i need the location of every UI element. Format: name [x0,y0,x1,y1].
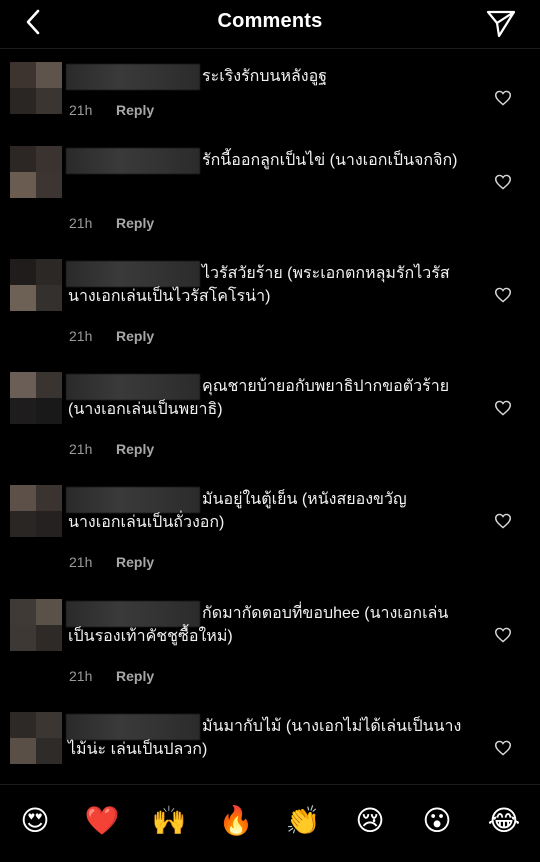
fire-emoji-button[interactable]: 🔥 [218,803,254,839]
avatar[interactable] [10,372,62,424]
like-button[interactable] [492,738,514,758]
like-button[interactable] [492,88,514,108]
heart-icon [494,740,512,756]
comment-text: มันมากับไม้ (นางเอกไม่ได้เล่นเป็นนางไม้น… [68,718,462,758]
comment-meta: 21h Reply [69,441,154,457]
comment-text: คุณชายบ้ายอกับพยาธิปากขอตัวร้าย (นางเอกเ… [68,378,450,418]
like-button[interactable] [492,398,514,418]
emoji-reaction-bar: 😍 ❤️ 🙌 🔥 👏 😢 😮 😂 [0,784,540,862]
comment-text: รักนี้ออกลูกเป็นไข่ (นางเอกเป็นจกจิก) [202,152,458,169]
heart-icon [494,174,512,190]
comment-time: 21h [69,441,93,457]
red-heart-emoji-button[interactable]: ❤️ [84,803,120,839]
comment-time: 21h [69,215,93,231]
comment-time: 21h [69,554,93,570]
heart-icon [494,513,512,529]
comment-time: 21h [69,328,93,344]
like-button[interactable] [492,172,514,192]
comment-text: มันอยู่ในตู้เย็น (หนังสยองขวัญ นางเอกเล่… [68,491,407,531]
page-title: Comments [217,10,323,32]
avatar[interactable] [10,146,62,198]
heart-eyes-emoji-button[interactable]: 😍 [17,803,53,839]
tears-of-joy-emoji-button[interactable]: 😂 [486,803,522,839]
heart-icon [494,287,512,303]
reply-button[interactable]: Reply [116,102,154,118]
avatar[interactable] [10,259,62,311]
reply-button[interactable]: Reply [116,441,154,457]
raising-hands-emoji-button[interactable]: 🙌 [151,803,187,839]
avatar[interactable] [10,599,62,651]
like-button[interactable] [492,511,514,531]
comment-time: 21h [69,102,93,118]
comment-meta: 21h Reply [69,215,154,231]
crying-face-emoji-button[interactable]: 😢 [352,803,388,839]
comment-meta: 21h Reply [69,102,154,118]
reply-button[interactable]: Reply [116,328,154,344]
surprised-face-emoji-button[interactable]: 😮 [419,803,455,839]
heart-icon [494,627,512,643]
comment-text: กัดมากัดตอบที่ขอบhee (นางเอกเล่นเป็นรองเ… [68,605,449,645]
paper-plane-icon [486,10,516,38]
reply-button[interactable]: Reply [116,554,154,570]
heart-icon [494,400,512,416]
share-button[interactable] [484,6,518,40]
comment-text: ระเริงรักบนหลังอูฐ [202,68,328,85]
like-button[interactable] [492,285,514,305]
comment-meta: 21h Reply [69,328,154,344]
comment-meta: 21h Reply [69,554,154,570]
comment-time: 21h [69,668,93,684]
heart-icon [494,90,512,106]
reply-button[interactable]: Reply [116,215,154,231]
avatar[interactable] [10,62,62,114]
clapping-hands-emoji-button[interactable]: 👏 [285,803,321,839]
avatar[interactable] [10,712,62,764]
reply-button[interactable]: Reply [116,668,154,684]
comment-text: ไวรัสวัยร้าย (พระเอกตกหลุมรักไวรัส นางเอ… [68,265,450,305]
avatar[interactable] [10,485,62,537]
header-bar: Comments [0,0,540,49]
comment-meta: 21h Reply [69,668,154,684]
like-button[interactable] [492,625,514,645]
